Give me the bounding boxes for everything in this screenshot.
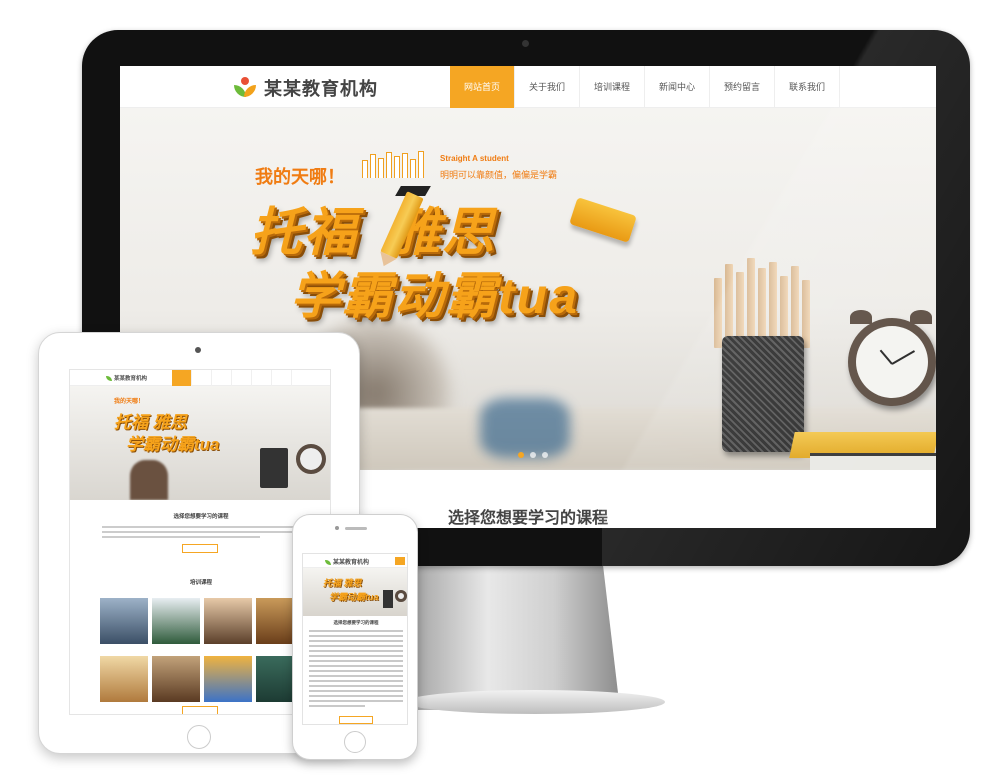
- nav-item-courses[interactable]: 培训课程: [580, 66, 645, 108]
- menu-icon[interactable]: [395, 557, 405, 565]
- nav-item-news[interactable]: 新闻中心: [645, 66, 710, 108]
- nav-item-booking[interactable]: 预约留言: [710, 66, 775, 108]
- phone-hero-banner[interactable]: 托福 雅思 学霸动霸tua: [303, 568, 407, 616]
- alarm-clock-icon: [395, 590, 407, 602]
- tablet-course-grid: [100, 598, 304, 710]
- pencil-cup-icon: [722, 336, 804, 452]
- tablet-site-header: 某某教育机构: [70, 370, 330, 386]
- monitor-stand: [400, 560, 620, 710]
- phone-section-title: 选择您想要学习的课程: [333, 620, 379, 625]
- books-icon: [362, 150, 434, 178]
- nav-item-about[interactable]: 关于我们: [515, 66, 580, 108]
- carousel-dot[interactable]: [518, 452, 524, 458]
- hero-tag-cn: 明明可以靠颜值，偏偏是学霸: [440, 170, 558, 180]
- tablet-intro-text: [102, 526, 300, 541]
- site-header: 某某教育机构 网站首页 关于我们 培训课程 新闻中心 预约留言 联系我们: [120, 66, 936, 108]
- carousel-dots: [518, 452, 548, 458]
- course-card[interactable]: [100, 598, 148, 652]
- course-card[interactable]: [204, 656, 252, 710]
- camera-icon: [195, 347, 201, 353]
- course-card[interactable]: [100, 656, 148, 710]
- phone-intro-text: [309, 630, 403, 710]
- home-button-icon: [187, 725, 211, 749]
- phone-site-logo[interactable]: 某某教育机构: [325, 557, 369, 566]
- tablet-nav-item[interactable]: [192, 370, 212, 386]
- tablet-nav-item[interactable]: [172, 370, 192, 386]
- home-button-icon: [344, 731, 366, 753]
- tablet-nav: [172, 370, 292, 386]
- phone-device: 某某教育机构 托福 雅思 学霸动霸tua 选择您想要学习的课程: [292, 514, 418, 760]
- tablet-nav-item[interactable]: [212, 370, 232, 386]
- tablet-site-logo[interactable]: 某某教育机构: [106, 374, 147, 382]
- carousel-dot[interactable]: [530, 452, 536, 458]
- camera-icon: [522, 40, 529, 47]
- nav-item-home[interactable]: 网站首页: [450, 66, 515, 108]
- camera-icon: [335, 526, 339, 530]
- site-name: 某某教育机构: [264, 79, 378, 99]
- tablet-nav-item[interactable]: [252, 370, 272, 386]
- alarm-clock-icon: [296, 444, 326, 474]
- tablet-more-courses-button[interactable]: [182, 706, 218, 714]
- site-logo[interactable]: 某某教育机构: [232, 75, 378, 101]
- tablet-nav-item[interactable]: [232, 370, 252, 386]
- tablet-nav-item[interactable]: [272, 370, 292, 386]
- speaker-icon: [345, 527, 367, 530]
- hero-headline-1: 托福 雅思: [250, 204, 497, 262]
- tablet-section-title: 选择您想要学习的课程: [173, 514, 229, 520]
- eraser-icon: [569, 197, 637, 243]
- hero-tag-en: Straight A student: [440, 154, 509, 163]
- tablet-more-button[interactable]: [182, 544, 218, 553]
- hero-headline-2: 学霸动霸tua: [290, 268, 579, 324]
- pencil-cup-icon: [383, 590, 393, 608]
- hero-exclaim: 我的天哪！: [255, 167, 345, 187]
- nav-item-contact[interactable]: 联系我们: [775, 66, 840, 108]
- device-mockup-stage: 某某教育机构 网站首页 关于我们 培训课程 新闻中心 预约留言 联系我们 我的天…: [0, 0, 1000, 782]
- course-card[interactable]: [204, 598, 252, 652]
- main-nav: 网站首页 关于我们 培训课程 新闻中心 预约留言 联系我们: [450, 66, 840, 108]
- tablet-hero-banner[interactable]: 我的天哪！ 托福 雅思 学霸动霸tua: [70, 386, 330, 500]
- phone-screen: 某某教育机构 托福 雅思 学霸动霸tua 选择您想要学习的课程: [302, 553, 408, 725]
- phone-site-header: 某某教育机构: [303, 554, 407, 568]
- monitor-stand-base: [405, 690, 665, 714]
- logo-icon: [232, 77, 258, 99]
- course-card[interactable]: [152, 656, 200, 710]
- pencil-cup-icon: [260, 448, 288, 488]
- phone-more-button[interactable]: [339, 716, 373, 724]
- carousel-dot[interactable]: [542, 452, 548, 458]
- course-card[interactable]: [152, 598, 200, 652]
- pencils-icon: [714, 258, 814, 348]
- alarm-clock-icon: [848, 310, 936, 406]
